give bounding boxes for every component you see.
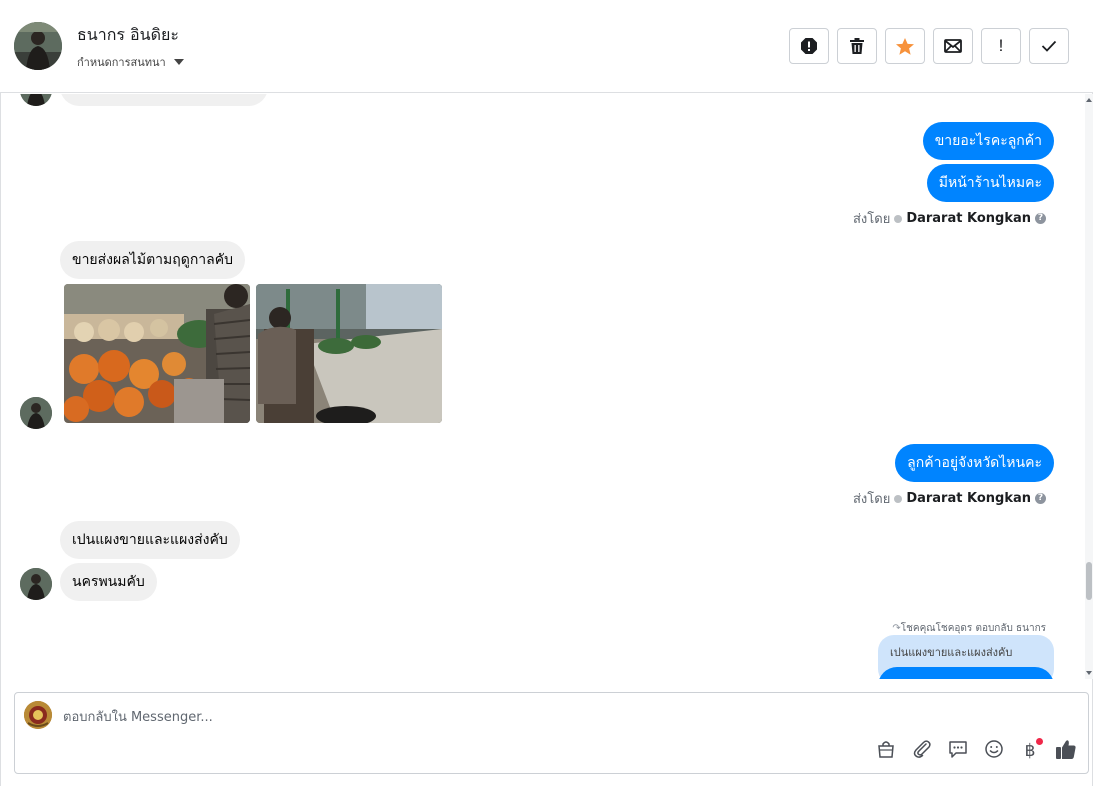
reply-note-text: โชคคุณโชคอุดร ตอบกลับ ธนากร — [900, 623, 1046, 634]
message-bubble-incoming[interactable]: ขายส่งผลไม้ตามฤดูกาลคับ — [60, 241, 245, 279]
page-avatar — [24, 701, 52, 729]
contact-avatar-small — [20, 94, 52, 106]
mark-spam-button[interactable] — [789, 28, 829, 64]
delete-button[interactable] — [837, 28, 877, 64]
payment-button[interactable]: ฿ — [1019, 738, 1043, 762]
scroll-down-arrow-icon[interactable] — [1086, 671, 1092, 675]
sent-by-line: ส่งโดย Dararat Kongkan ? — [853, 208, 1046, 229]
scrollbar-thumb[interactable] — [1086, 562, 1092, 600]
attach-file-button[interactable] — [911, 740, 933, 762]
reply-note: ↷โชคคุณโชคอุดร ตอบกลับ ธนากร — [892, 621, 1046, 636]
help-icon[interactable]: ? — [1035, 493, 1046, 504]
composer-tools: ฿ — [875, 738, 1077, 762]
message-bubble-outgoing[interactable]: มีหน้าร้านไหมคะ — [926, 164, 1054, 202]
conversation-settings-label: กำหนดการสนทนา — [77, 56, 166, 69]
photo-attachment[interactable] — [64, 284, 250, 423]
emoji-button[interactable] — [983, 740, 1005, 762]
sent-by-label: ส่งโดย — [852, 492, 891, 507]
message-bubble-incoming[interactable]: นครพนมคับ — [60, 563, 157, 601]
star-button[interactable] — [885, 28, 925, 64]
mark-unread-button[interactable] — [933, 28, 973, 64]
message-bubble-outgoing-cut[interactable] — [878, 667, 1054, 679]
contact-avatar[interactable] — [14, 22, 62, 70]
baht-icon: ฿ — [1024, 741, 1036, 761]
saved-replies-button[interactable] — [947, 740, 969, 762]
check-icon — [1041, 40, 1057, 52]
contact-avatar-small — [20, 397, 52, 429]
envelope-icon — [944, 39, 962, 53]
star-icon — [895, 37, 915, 56]
sender-name[interactable]: Dararat Kongkan — [906, 491, 1031, 506]
scroll-up-arrow-icon[interactable] — [1086, 98, 1092, 102]
thumbs-up-icon — [1055, 738, 1077, 764]
message-bubble-incoming[interactable]: เปนแผงขายและแผงส่งคับ — [60, 521, 240, 559]
quoted-message-text: เปนแผงขายและแผงส่งคับ — [890, 646, 1013, 659]
exclamation-icon: ! — [998, 36, 1004, 55]
alert-icon — [800, 37, 818, 55]
reply-composer: ฿ — [14, 692, 1089, 774]
reply-arrow-icon: ↷ — [892, 623, 901, 634]
conversation-settings-dropdown[interactable]: กำหนดการสนทนา — [77, 53, 184, 71]
message-bubble-incoming-cut[interactable] — [60, 94, 268, 106]
photo-attachment[interactable] — [256, 284, 442, 423]
chevron-down-icon — [173, 59, 184, 65]
thread-scrollbar[interactable] — [1085, 94, 1093, 679]
contact-name[interactable]: ธนากร อินดิยะ — [77, 23, 179, 48]
trash-icon — [849, 37, 865, 55]
notification-dot — [1036, 738, 1043, 745]
reply-input[interactable] — [63, 707, 863, 727]
contact-avatar-small — [20, 568, 52, 600]
shopping-bag-icon — [876, 739, 896, 763]
like-button[interactable] — [1055, 740, 1077, 762]
sent-by-label: ส่งโดย — [852, 212, 891, 227]
page-icon — [894, 214, 903, 223]
conversation-toolbar: ! — [789, 28, 1069, 64]
sender-name[interactable]: Dararat Kongkan — [906, 211, 1031, 226]
conversation-header: ธนากร อินดิยะ กำหนดการสนทนา ! — [0, 0, 1093, 93]
shop-button[interactable] — [875, 740, 897, 762]
chat-bubble-icon — [948, 739, 968, 763]
message-bubble-outgoing[interactable]: ขายอะไรคะลูกค้า — [922, 122, 1054, 160]
follow-up-button[interactable]: ! — [981, 28, 1021, 64]
paperclip-icon — [912, 739, 932, 763]
message-bubble-outgoing[interactable]: ลูกค้าอยู่จังหวัดไหนคะ — [895, 444, 1054, 482]
sent-by-line: ส่งโดย Dararat Kongkan ? — [853, 488, 1046, 509]
message-thread[interactable]: ขายอะไรคะลูกค้า มีหน้าร้านไหมคะ ส่งโดย D… — [0, 94, 1085, 679]
page-icon — [894, 494, 903, 503]
mark-done-button[interactable] — [1029, 28, 1069, 64]
help-icon[interactable]: ? — [1035, 213, 1046, 224]
smiley-icon — [984, 739, 1004, 763]
